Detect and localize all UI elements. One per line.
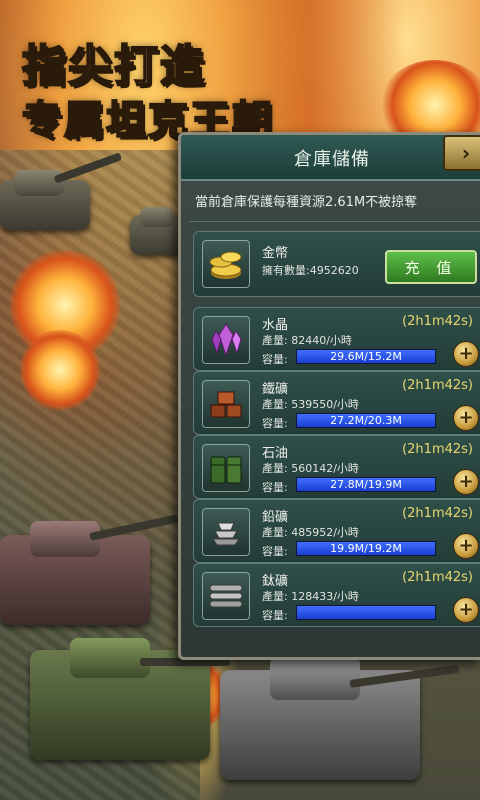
- resource-row: 水晶 (2h1m42s) 產量: 82440/小時 容量: 29.6M/15.2M +: [193, 307, 480, 371]
- resource-name: 鐵礦: [262, 382, 289, 397]
- add-capacity-button[interactable]: +: [453, 533, 479, 559]
- capacity-label: 容量:: [262, 481, 288, 494]
- resource-name: 水晶: [262, 318, 289, 333]
- protection-notice: 當前倉庫保護每種資源2.61M不被掠奪: [195, 195, 418, 210]
- resource-rate: 產量: 539550/小時: [262, 398, 359, 411]
- capacity-label: 容量:: [262, 545, 288, 558]
- resource-timer: (2h1m42s): [402, 570, 473, 585]
- capacity-label: 容量:: [262, 353, 288, 366]
- resource-row: 鐵礦 (2h1m42s) 產量: 539550/小時 容量: 27.2M/20.3M +: [193, 371, 480, 435]
- capacity-bar: 27.2M/20.3M: [296, 413, 436, 428]
- oil-barrel-icon: [202, 444, 250, 492]
- crystal-icon: [202, 316, 250, 364]
- close-icon[interactable]: ›: [443, 135, 480, 171]
- capacity-bar: [296, 605, 436, 620]
- resource-rate: 產量: 485952/小時: [262, 526, 359, 539]
- resource-row: 鈦礦 (2h1m42s) 產量: 128433/小時 容量: +: [193, 563, 480, 627]
- resource-timer: (2h1m42s): [402, 506, 473, 521]
- resource-rate: 產量: 128433/小時: [262, 590, 359, 603]
- resource-rate: 產量: 560142/小時: [262, 462, 359, 475]
- capacity-bar-fill: [297, 606, 435, 619]
- tank-unit: [220, 656, 460, 780]
- capacity-value: 19.9M/19.2M: [330, 542, 402, 555]
- resource-row: 鉛礦 (2h1m42s) 產量: 485952/小時 容量: 19.9M/19.2M +: [193, 499, 480, 563]
- gold-label: 金幣: [262, 246, 289, 261]
- dialog-header: 倉庫儲備: [181, 135, 480, 181]
- resource-name: 石油: [262, 446, 289, 461]
- tank-unit: [0, 514, 179, 625]
- resource-row: 石油 (2h1m42s) 產量: 560142/小時 容量: 27.8M/19.9M +: [193, 435, 480, 499]
- resource-rate: 產量: 82440/小時: [262, 334, 352, 347]
- add-capacity-button[interactable]: +: [453, 341, 479, 367]
- add-capacity-button[interactable]: +: [453, 597, 479, 623]
- resource-name: 鉛礦: [262, 510, 289, 525]
- promo-headline-line1: 指尖打造: [21, 40, 206, 93]
- resource-timer: (2h1m42s): [402, 442, 473, 457]
- resource-timer: (2h1m42s): [402, 314, 473, 329]
- warehouse-dialog: 倉庫儲備 當前倉庫保護每種資源2.61M不被掠奪 金幣 擁有數量:4952620…: [178, 132, 480, 660]
- explosion-fx: [20, 330, 100, 410]
- gold-coins-icon: [202, 240, 250, 288]
- dialog-title: 倉庫儲備: [294, 149, 370, 170]
- tank-unit: [30, 638, 230, 760]
- lead-ingot-icon: [202, 508, 250, 556]
- resource-name: 鈦礦: [262, 574, 289, 589]
- topup-button[interactable]: 充 值: [385, 250, 477, 284]
- tank-unit: [0, 152, 123, 230]
- add-capacity-button[interactable]: +: [453, 405, 479, 431]
- titanium-pipe-icon: [202, 572, 250, 620]
- capacity-label: 容量:: [262, 417, 288, 430]
- iron-ore-icon: [202, 380, 250, 428]
- capacity-label: 容量:: [262, 609, 288, 622]
- capacity-bar: 29.6M/15.2M: [296, 349, 436, 364]
- add-capacity-button[interactable]: +: [453, 469, 479, 495]
- gold-owned: 擁有數量:4952620: [262, 264, 359, 277]
- capacity-bar: 19.9M/19.2M: [296, 541, 436, 556]
- divider: [189, 221, 480, 222]
- resource-timer: (2h1m42s): [402, 378, 473, 393]
- gold-row: 金幣 擁有數量:4952620 充 值: [193, 231, 480, 297]
- capacity-value: 27.8M/19.9M: [330, 478, 402, 491]
- capacity-bar: 27.8M/19.9M: [296, 477, 436, 492]
- capacity-value: 29.6M/15.2M: [330, 350, 402, 363]
- capacity-value: 27.2M/20.3M: [330, 414, 402, 427]
